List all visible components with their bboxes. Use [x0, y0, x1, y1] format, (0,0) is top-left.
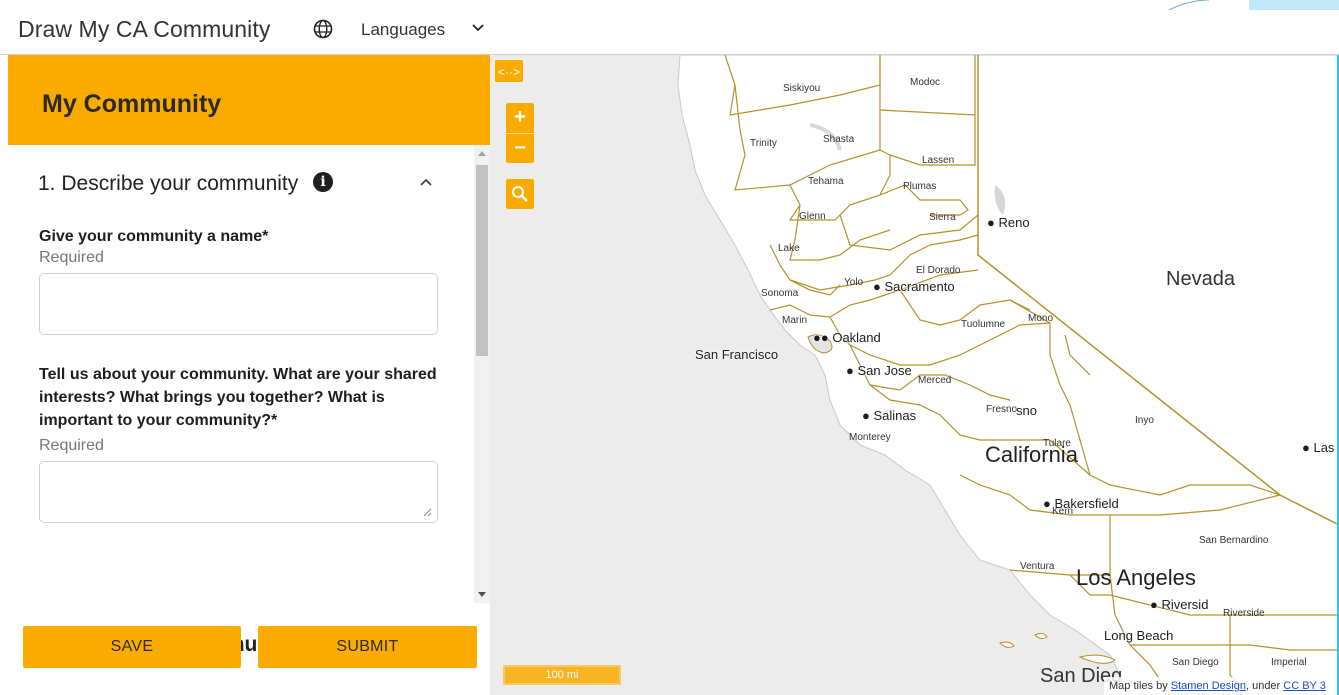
county-label: Ventura [1020, 561, 1055, 572]
panel-scrollbar[interactable] [474, 145, 490, 603]
map-attribution: Map tiles by Stamen Design, under CC BY … [1104, 677, 1339, 695]
toggle-panel-button[interactable]: <··> [494, 59, 524, 83]
county-label: Inyo [1135, 415, 1154, 426]
county-label: Shasta [823, 134, 855, 145]
city-label: San Francisco [695, 347, 779, 362]
community-about-textarea[interactable] [39, 461, 438, 523]
map-view[interactable]: Siskiyou Modoc Trinity Shasta Lassen Teh… [490, 55, 1339, 695]
map-search-button[interactable] [506, 179, 534, 209]
county-label: Imperial [1271, 657, 1307, 668]
county-label: Tuolumne [961, 319, 1006, 330]
save-button[interactable]: SAVE [23, 626, 241, 668]
city-label: ● Salinas [862, 408, 917, 423]
city-label: ● Las [1302, 440, 1335, 455]
community-about-help: Required [39, 437, 104, 454]
community-panel: My Community 1. Describe your community … [0, 55, 490, 695]
county-label: Sonoma [761, 288, 799, 299]
info-icon[interactable]: i [313, 172, 333, 192]
county-label: Sierra [929, 212, 956, 223]
region-label-los-angeles: Los Angeles [1076, 565, 1196, 590]
city-label: Long Beach [1104, 628, 1174, 643]
county-label: Mono [1028, 313, 1054, 324]
county-label: Lassen [922, 155, 955, 166]
scroll-down-arrow-icon[interactable] [478, 592, 486, 597]
county-label: Lake [778, 243, 800, 254]
city-label: ● Sacramento [873, 279, 955, 294]
city-label: ● Reno [987, 215, 1030, 230]
app-header: Draw My CA Community Languages [0, 0, 1339, 55]
cc-by-link[interactable]: CC BY 3 [1283, 680, 1326, 692]
submit-button[interactable]: SUBMIT [258, 626, 477, 668]
county-label: El Dorado [916, 265, 961, 276]
region-label-california: California [985, 442, 1078, 467]
languages-dropdown[interactable]: Languages [361, 20, 445, 40]
city-label: sno [1016, 403, 1037, 418]
zoom-in-button[interactable]: + [506, 103, 534, 133]
county-label: Marin [782, 315, 808, 326]
map-scale-bar: 100 mi [503, 665, 621, 685]
county-label: Plumas [903, 181, 937, 192]
chevron-down-icon[interactable] [471, 21, 485, 35]
county-label: Modoc [910, 77, 941, 88]
panel-header: My Community [8, 55, 490, 145]
attribution-mid: , under [1245, 680, 1284, 692]
county-label: Siskiyou [783, 83, 821, 94]
basemap [677, 55, 1339, 695]
search-icon [512, 186, 528, 202]
app-title[interactable]: Draw My CA Community [18, 16, 270, 43]
community-name-help: Required [39, 249, 104, 266]
zoom-control: + − [506, 103, 534, 163]
region-label-nevada: Nevada [1166, 268, 1235, 290]
county-label: San Diego [1172, 657, 1219, 668]
scroll-up-arrow-icon[interactable] [478, 151, 486, 156]
zoom-out-button[interactable]: − [506, 133, 534, 163]
community-name-label: Give your community a name* [39, 228, 269, 245]
county-label: San Bernardino [1199, 535, 1269, 546]
attribution-prefix: Map tiles by [1109, 680, 1171, 692]
county-label: Glenn [799, 211, 826, 222]
stamen-design-link[interactable]: Stamen Design [1171, 680, 1246, 692]
city-label: ●● Oakland [813, 330, 881, 345]
county-label: Fresno [986, 404, 1018, 415]
city-label: ● Bakersfield [1043, 496, 1119, 511]
city-label: ● Riversid [1150, 597, 1209, 612]
header-accent-decoration [1168, 0, 1339, 10]
describe-section: 1. Describe your community i Give your c… [0, 145, 490, 603]
section-title-describe[interactable]: 1. Describe your community [38, 172, 298, 196]
county-label: Trinity [750, 138, 777, 149]
resize-handle-icon[interactable] [422, 507, 432, 517]
county-label: Merced [918, 375, 952, 386]
county-label: Tehama [808, 176, 844, 187]
county-label: Riverside [1223, 608, 1265, 619]
community-name-input[interactable] [39, 273, 438, 335]
panel-title: My Community [42, 90, 222, 118]
city-label: ● San Jose [846, 363, 912, 378]
county-label: Yolo [844, 277, 864, 288]
community-about-label: Tell us about your community. What are y… [39, 366, 437, 429]
county-label: Monterey [849, 432, 891, 443]
globe-icon[interactable] [313, 19, 333, 39]
chevron-up-icon[interactable] [419, 175, 433, 189]
scrollbar-thumb[interactable] [476, 165, 488, 356]
